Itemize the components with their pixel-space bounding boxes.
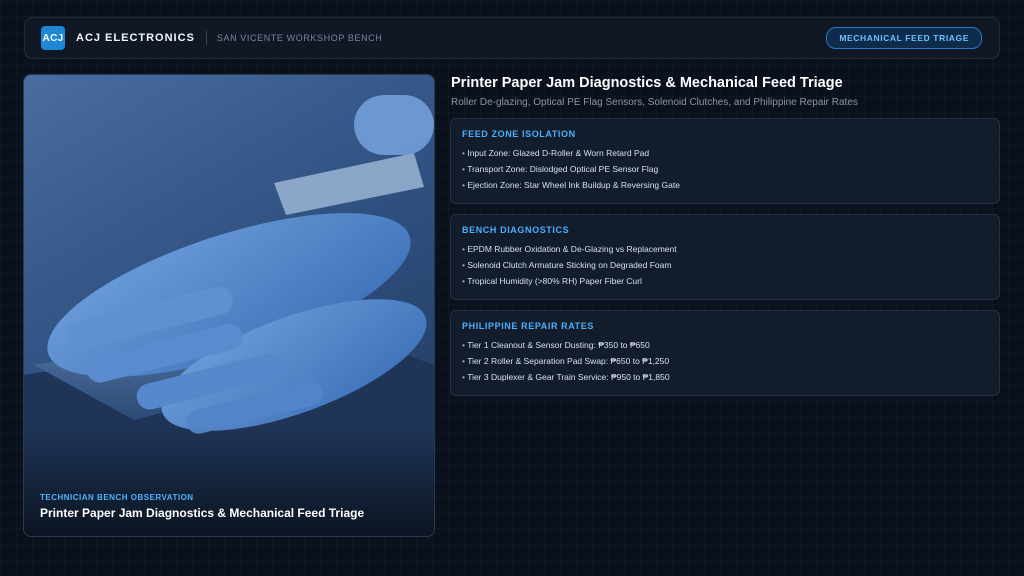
brand-logo: ACJ — [41, 26, 65, 50]
card-list: EPDM Rubber Oxidation & De-Glazing vs Re… — [462, 241, 988, 289]
philippine-repair-rates-card: PHILIPPINE REPAIR RATES Tier 1 Cleanout … — [450, 310, 1000, 396]
list-item: Tier 2 Roller & Separation Pad Swap: ₱65… — [462, 353, 988, 369]
card-heading: BENCH DIAGNOSTICS — [462, 225, 570, 235]
bench-diagnostics-card: BENCH DIAGNOSTICS EPDM Rubber Oxidation … — [450, 214, 1000, 300]
list-item: Ejection Zone: Star Wheel Ink Buildup & … — [462, 177, 988, 193]
card-list: Input Zone: Glazed D-Roller & Worn Retar… — [462, 145, 988, 193]
bench-photo: TECHNICIAN BENCH OBSERVATION Printer Pap… — [23, 74, 435, 537]
page-title: Printer Paper Jam Diagnostics & Mechanic… — [451, 75, 843, 91]
card-list: Tier 1 Cleanout & Sensor Dusting: ₱350 t… — [462, 337, 988, 385]
photo-caption-label: TECHNICIAN BENCH OBSERVATION — [40, 493, 194, 502]
list-item: Solenoid Clutch Armature Sticking on Deg… — [462, 257, 988, 273]
photo-caption-title: Printer Paper Jam Diagnostics & Mechanic… — [40, 506, 365, 520]
triage-badge[interactable]: MECHANICAL FEED TRIAGE — [826, 27, 982, 49]
list-item: Transport Zone: Dislodged Optical PE Sen… — [462, 161, 988, 177]
list-item: EPDM Rubber Oxidation & De-Glazing vs Re… — [462, 241, 988, 257]
card-heading: FEED ZONE ISOLATION — [462, 129, 576, 139]
card-heading: PHILIPPINE REPAIR RATES — [462, 321, 594, 331]
workshop-location: SAN VICENTE WORKSHOP BENCH — [216, 33, 383, 43]
header-divider — [205, 31, 207, 45]
list-item: Tier 3 Duplexer & Gear Train Service: ₱9… — [462, 369, 988, 385]
list-item: Tier 1 Cleanout & Sensor Dusting: ₱350 t… — [462, 337, 988, 353]
feed-zone-isolation-card: FEED ZONE ISOLATION Input Zone: Glazed D… — [450, 118, 1000, 204]
top-header: ACJ ACJ ELECTRONICS SAN VICENTE WORKSHOP… — [24, 17, 1000, 59]
page-subtitle: Roller De-glazing, Optical PE Flag Senso… — [451, 97, 858, 108]
list-item: Input Zone: Glazed D-Roller & Worn Retar… — [462, 145, 988, 161]
brand-name: ACJ ELECTRONICS — [76, 32, 195, 44]
list-item: Tropical Humidity (>80% RH) Paper Fiber … — [462, 273, 988, 289]
